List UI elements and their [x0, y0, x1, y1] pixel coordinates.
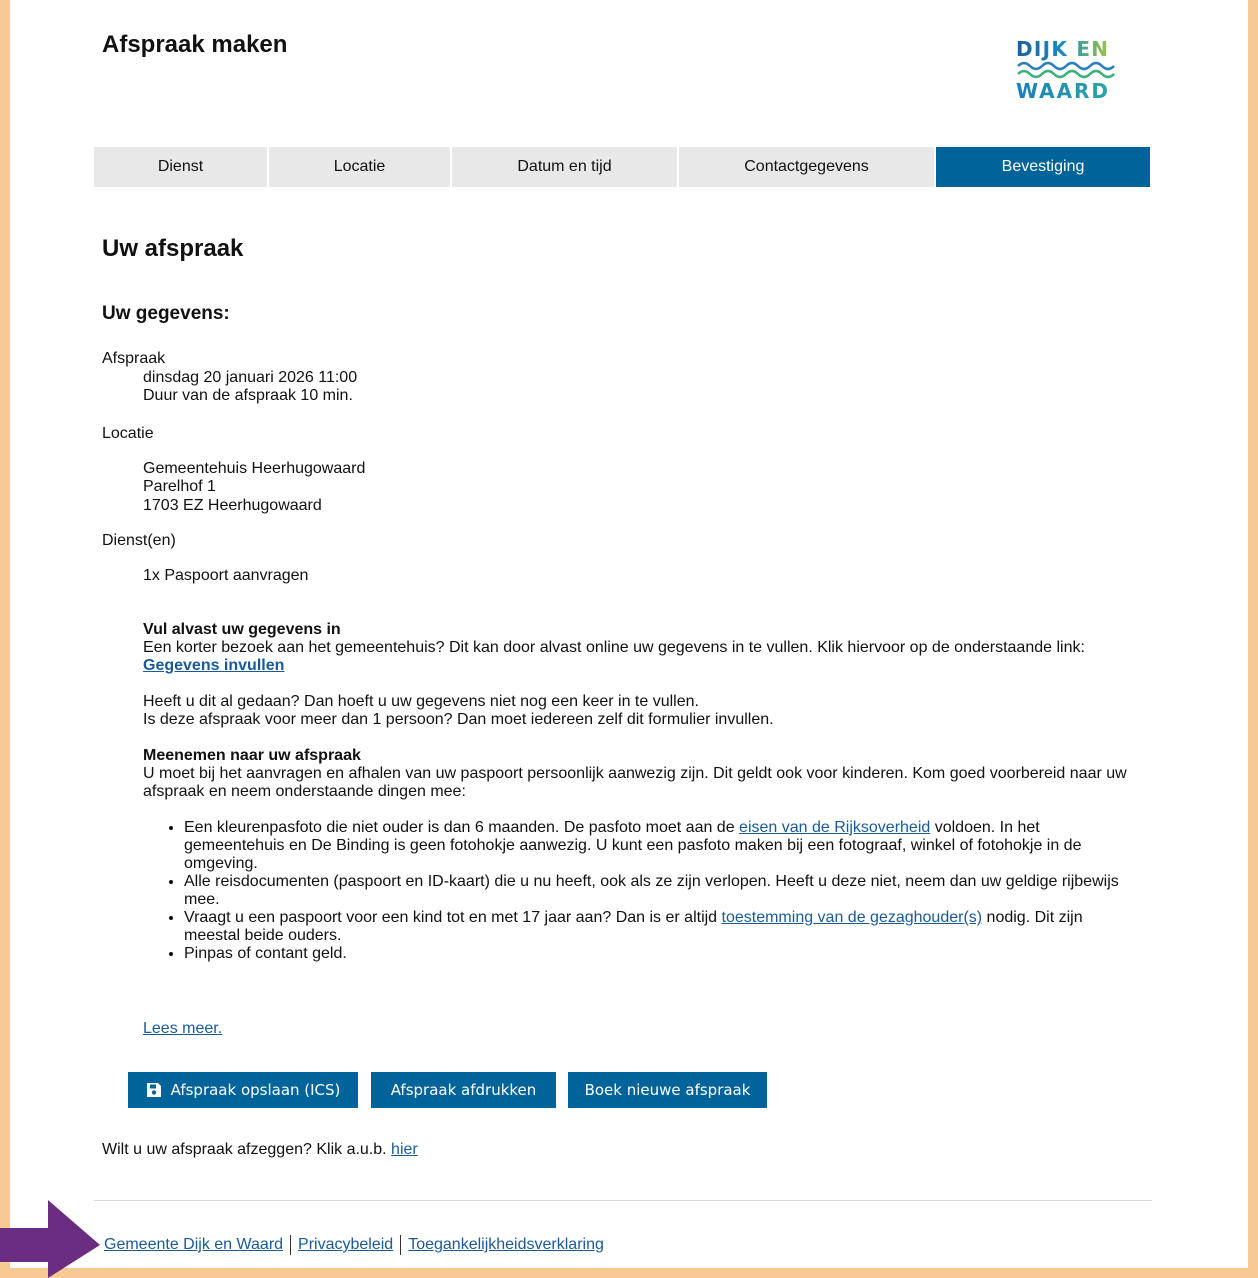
step-dienst[interactable]: Dienst — [94, 147, 267, 187]
footer-link-gemeente[interactable]: Gemeente Dijk en Waard — [104, 1236, 283, 1254]
step-datum-en-tijd[interactable]: Datum en tijd — [452, 147, 677, 187]
prefill-link[interactable]: Gegevens invullen — [143, 657, 284, 674]
footer-divider — [94, 1200, 1152, 1201]
footer-link-accessibility[interactable]: Toegankelijkheidsverklaring — [408, 1236, 604, 1254]
dijk-en-waard-logo[interactable]: DIJK EN WAARD — [1016, 36, 1116, 102]
diensten-label: Dienst(en) — [102, 532, 176, 549]
footer-link-privacy[interactable]: Privacybeleid — [298, 1236, 393, 1254]
footer-separator — [400, 1235, 402, 1255]
locatie-name: Gemeentehuis Heerhugowaard — [143, 460, 366, 477]
locatie-label: Locatie — [102, 425, 154, 442]
step-contactgegevens[interactable]: Contactgegevens — [679, 147, 934, 187]
bring-text: U moet bij het aanvragen en afhalen van … — [143, 765, 1127, 800]
list-item: Een kleurenpasfoto die niet ouder is dan… — [184, 819, 1143, 873]
gezaghouder-link[interactable]: toestemming van de gezaghouder(s) — [722, 909, 983, 926]
info-section: Vul alvast uw gegevens in Een korter bez… — [143, 621, 1143, 819]
page-title: Afspraak maken — [102, 31, 288, 58]
rijksoverheid-link[interactable]: eisen van de Rijksoverheid — [739, 819, 930, 836]
bring-list: Een kleurenpasfoto die niet ouder is dan… — [143, 819, 1143, 963]
step-bevestiging[interactable]: Bevestiging — [936, 147, 1150, 187]
details-heading: Uw gegevens: — [102, 303, 230, 324]
locatie-city: 1703 EZ Heerhugowaard — [143, 497, 322, 514]
cancel-text: Wilt u uw afspraak afzeggen? Klik a.u.b.… — [102, 1141, 418, 1158]
footer-separator — [290, 1235, 292, 1255]
list-item: Vraagt u een paspoort voor een kind tot … — [184, 909, 1143, 945]
step-locatie[interactable]: Locatie — [269, 147, 450, 187]
progress-steps: Dienst Locatie Datum en tijd Contactgege… — [94, 147, 1152, 187]
dienst-item: 1x Paspoort aanvragen — [143, 567, 309, 584]
afspraak-duration: Duur van de afspraak 10 min. — [143, 387, 353, 404]
svg-text:WAARD: WAARD — [1016, 79, 1108, 102]
new-appointment-button[interactable]: Boek nieuwe afspraak — [568, 1072, 767, 1108]
list-item: Alle reisdocumenten (paspoort en ID-kaar… — [184, 873, 1143, 909]
print-button[interactable]: Afspraak afdrukken — [371, 1072, 556, 1108]
locatie-street: Parelhof 1 — [143, 478, 216, 495]
cancel-link[interactable]: hier — [391, 1141, 418, 1158]
section-heading: Uw afspraak — [102, 235, 244, 262]
save-ics-button[interactable]: Afspraak opslaan (ICS) — [128, 1072, 358, 1108]
prefill-title: Vul alvast uw gegevens in — [143, 621, 341, 638]
afspraak-label: Afspraak — [102, 350, 166, 367]
afspraak-datetime: dinsdag 20 januari 2026 11:00 — [143, 369, 358, 386]
read-more-link[interactable]: Lees meer. — [143, 1020, 222, 1038]
bring-title: Meenemen naar uw afspraak — [143, 747, 361, 764]
save-icon — [146, 1083, 161, 1097]
done-line-1: Heeft u dit al gedaan? Dan hoeft u uw ge… — [143, 693, 699, 710]
svg-text:DIJK EN: DIJK EN — [1016, 37, 1108, 61]
pointer-arrow-icon — [0, 1200, 100, 1278]
footer: Gemeente Dijk en Waard Privacybeleid Toe… — [104, 1235, 604, 1255]
prefill-text: Een korter bezoek aan het gemeentehuis? … — [143, 639, 1085, 656]
done-line-2: Is deze afspraak voor meer dan 1 persoon… — [143, 711, 774, 728]
list-item: Pinpas of contant geld. — [184, 945, 1143, 963]
